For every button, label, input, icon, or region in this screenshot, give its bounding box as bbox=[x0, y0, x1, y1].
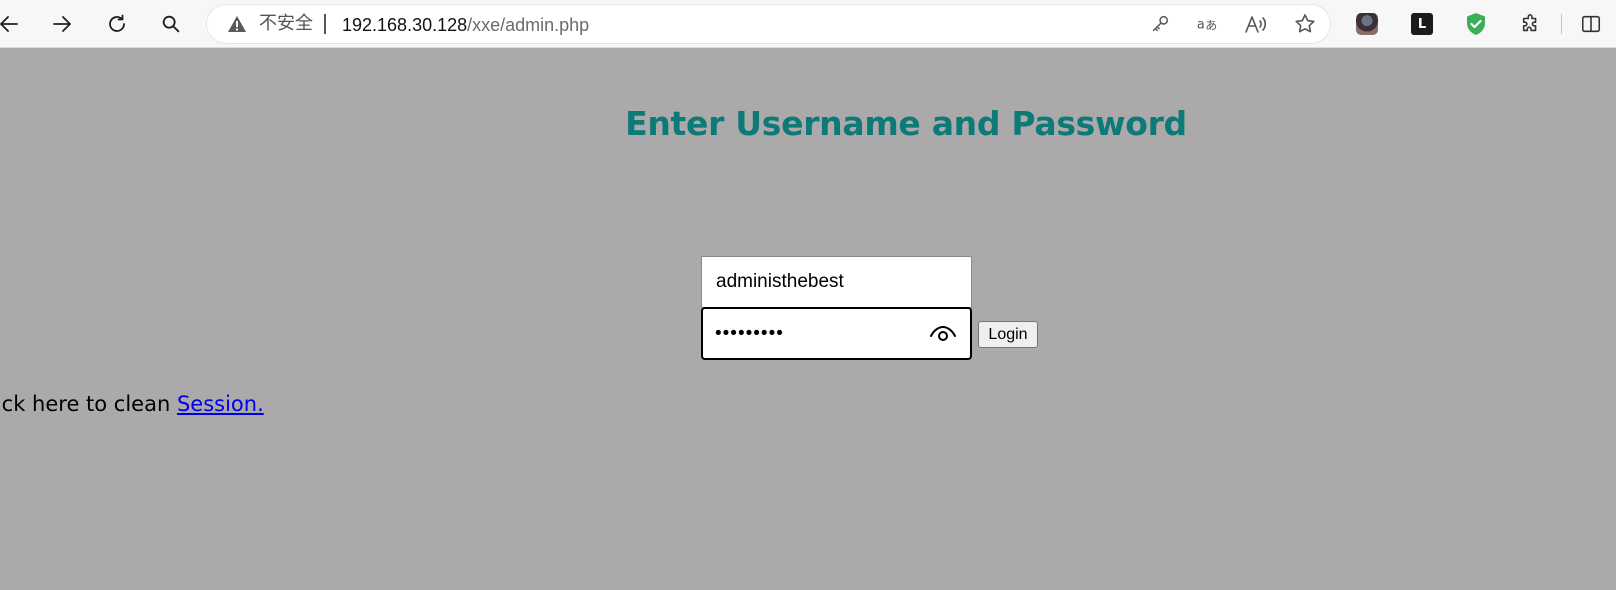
profile-avatar-icon bbox=[1356, 13, 1378, 35]
search-icon bbox=[162, 15, 180, 33]
translate-icon: a あ bbox=[1197, 18, 1217, 33]
key-icon bbox=[1152, 15, 1169, 32]
extension-l-letter: L bbox=[1417, 16, 1427, 32]
toolbar-divider bbox=[1561, 14, 1562, 34]
address-bar[interactable]: 不安全 192.168.30.128/xxe/admin.php a あ bbox=[207, 5, 1330, 43]
split-screen-button[interactable] bbox=[1579, 12, 1603, 36]
extensions-puzzle-icon bbox=[1522, 14, 1537, 32]
forward-button[interactable] bbox=[45, 7, 79, 41]
extensions-button[interactable] bbox=[1519, 12, 1543, 36]
read-aloud-button[interactable] bbox=[1243, 11, 1269, 37]
username-field[interactable] bbox=[701, 256, 972, 308]
login-button[interactable]: Login bbox=[978, 321, 1038, 348]
security-status-label[interactable]: 不安全 bbox=[259, 13, 313, 35]
search-button[interactable] bbox=[154, 7, 188, 41]
warning-triangle-icon bbox=[228, 16, 246, 32]
session-clean-line: lick here to clean Session. bbox=[0, 391, 264, 417]
refresh-button[interactable] bbox=[100, 7, 134, 41]
favorite-button[interactable] bbox=[1292, 11, 1318, 37]
shield-extension-button[interactable] bbox=[1464, 12, 1488, 36]
favorite-star-icon bbox=[1295, 14, 1315, 33]
svg-text:a: a bbox=[1197, 18, 1205, 33]
refresh-icon bbox=[109, 14, 125, 32]
password-key-button[interactable] bbox=[1147, 11, 1173, 37]
browser-toolbar: 不安全 192.168.30.128/xxe/admin.php a あ L bbox=[0, 0, 1616, 48]
split-screen-icon bbox=[1581, 15, 1601, 33]
password-field-wrapper[interactable] bbox=[701, 307, 972, 360]
back-button[interactable] bbox=[0, 7, 26, 41]
session-link[interactable]: Session. bbox=[177, 392, 264, 416]
password-field[interactable] bbox=[715, 309, 915, 358]
extension-l-icon: L bbox=[1411, 13, 1433, 35]
url-host: 192.168.30.128 bbox=[342, 15, 468, 35]
page-heading: Enter Username and Password bbox=[625, 104, 1187, 143]
arrow-left-icon bbox=[0, 16, 18, 32]
profile-avatar-button[interactable] bbox=[1355, 12, 1379, 36]
extension-l-button[interactable]: L bbox=[1410, 12, 1434, 36]
svg-text:あ: あ bbox=[1205, 19, 1217, 33]
address-separator bbox=[324, 14, 326, 34]
shield-extension-icon bbox=[1467, 13, 1485, 35]
arrow-right-icon bbox=[53, 16, 71, 32]
url-text[interactable]: 192.168.30.128/xxe/admin.php bbox=[342, 14, 589, 36]
eye-icon[interactable] bbox=[929, 322, 957, 344]
translate-button[interactable]: a あ bbox=[1195, 11, 1221, 37]
url-path: /xxe/admin.php bbox=[467, 15, 590, 35]
session-clean-text: lick here to clean bbox=[0, 392, 177, 416]
read-aloud-icon bbox=[1245, 16, 1267, 33]
